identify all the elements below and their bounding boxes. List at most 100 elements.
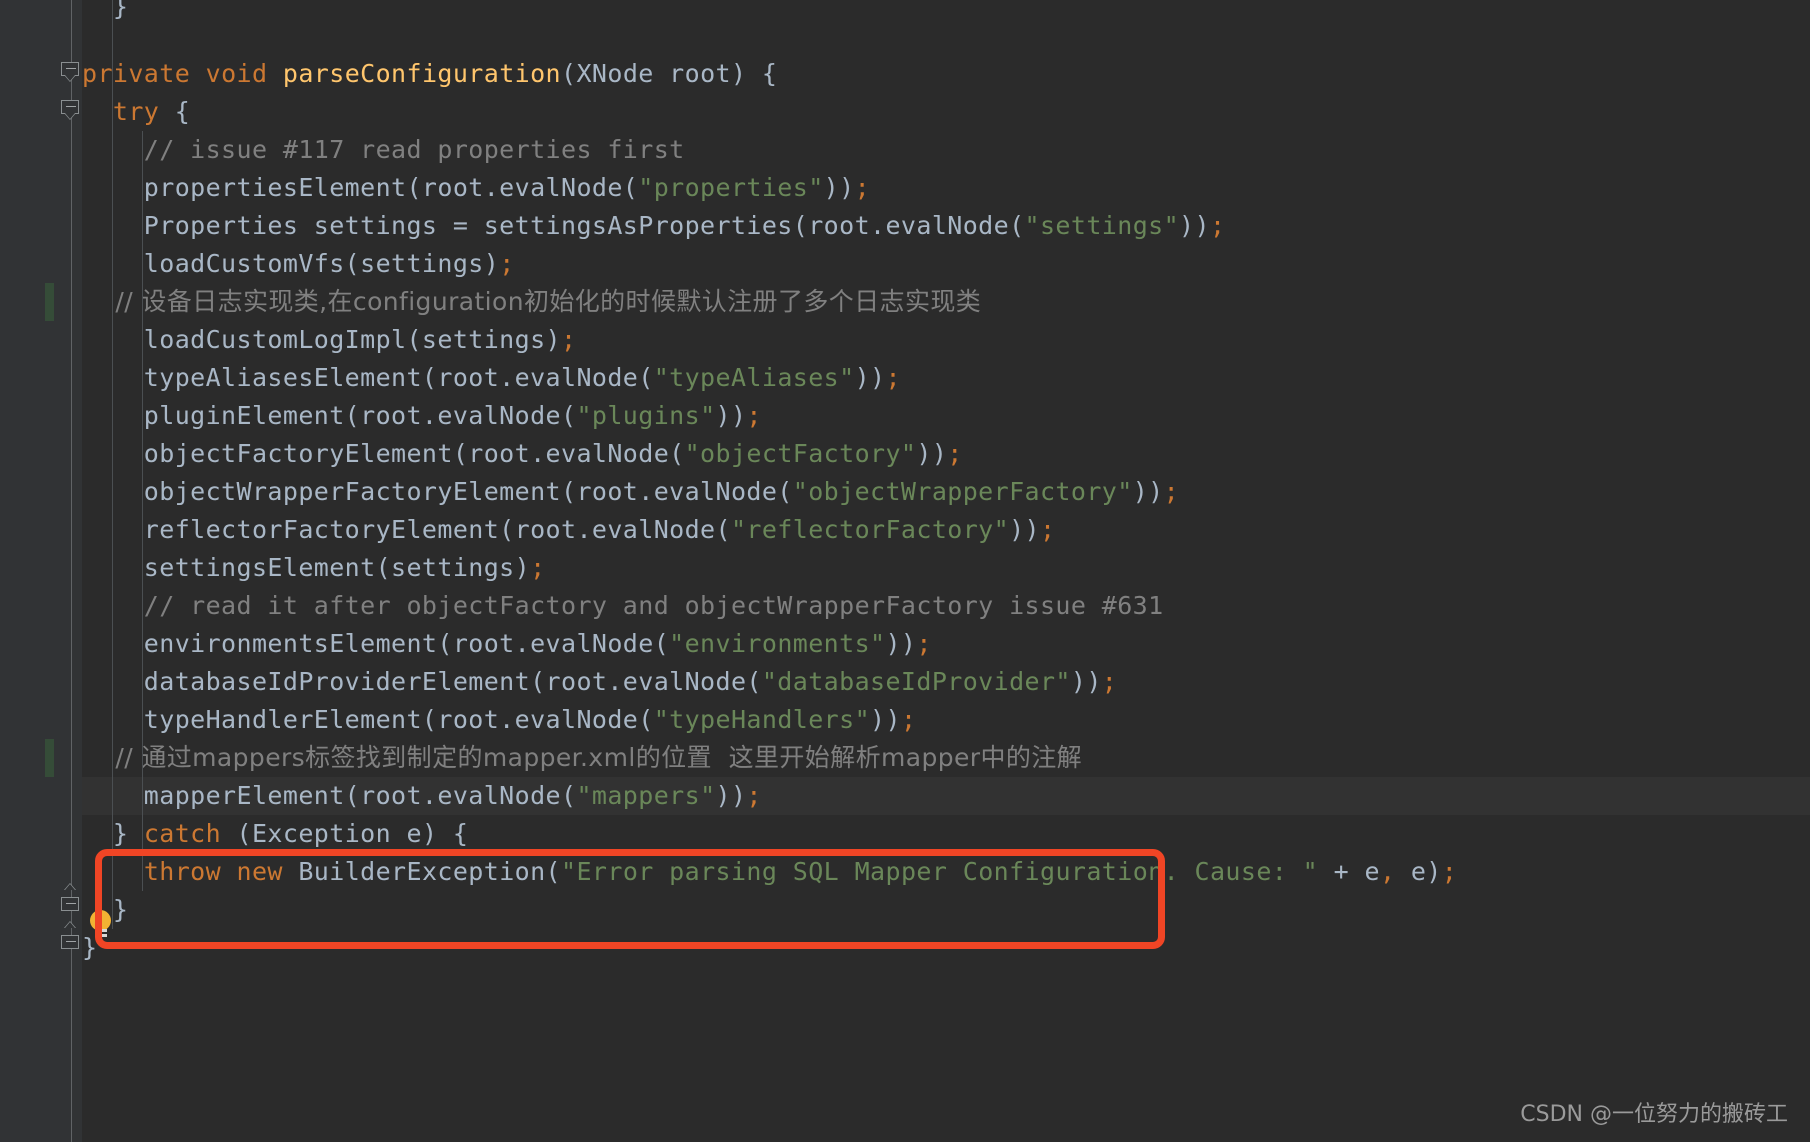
code-token: "mappers" [576,781,716,810]
code-token: Properties settings = settingsAsProperti… [82,211,1025,240]
code-line[interactable]: private void parseConfiguration(XNode ro… [82,55,1810,93]
fold-box [61,935,79,949]
code-token: databaseIdProviderElement(root.evalNode( [82,667,762,696]
code-token: ; [1039,515,1056,544]
code-line[interactable]: typeAliasesElement(root.evalNode("typeAl… [82,359,1810,397]
fold-tip [64,921,76,928]
code-line[interactable]: // issue #117 read properties first [82,131,1810,169]
code-token: )) [715,401,747,430]
code-token: "properties" [638,173,824,202]
code-token: ; [746,401,762,430]
code-token: private [82,59,191,88]
code-token: ; [1441,857,1458,886]
code-token: ; [561,325,577,354]
fold-tip [64,883,76,890]
code-token: parseConfiguration [282,59,562,88]
code-line[interactable]: // 设备日志实现类,在configuration初始化的时候默认注册了多个日志… [82,283,1810,321]
code-line[interactable]: propertiesElement(root.evalNode("propert… [82,169,1810,207]
code-line[interactable]: } [82,891,1810,929]
code-token: void [205,59,268,88]
code-line[interactable]: databaseIdProviderElement(root.evalNode(… [82,663,1810,701]
code-token: "Error parsing SQL Mapper Configuration.… [561,857,1319,886]
code-line[interactable]: reflectorFactoryElement(root.evalNode("r… [82,511,1810,549]
code-token: "typeHandlers" [653,705,871,734]
code-token: ; [854,173,871,202]
code-token: (Exception e) { [221,819,469,848]
editor-gutter[interactable] [0,0,82,1142]
code-editor-screenshot: } private void parseConfiguration(XNode r… [0,0,1810,1142]
indent-guide [112,0,114,929]
code-token: e) [1395,857,1442,886]
watermark-text: CSDN @一位努力的搬砖工 [1520,1102,1788,1127]
code-token: pluginElement(root.evalNode( [82,401,577,430]
code-token: mapperElement(root.evalNode( [82,781,577,810]
code-token: ; [947,439,963,468]
code-token: )) [715,781,747,810]
code-token: settingsElement(settings) [82,553,531,582]
code-line[interactable]: loadCustomVfs(settings); [82,245,1810,283]
code-token: , [1379,857,1396,886]
code-token: } [82,933,98,962]
code-token: propertiesElement(root.evalNode( [82,173,639,202]
code-token: ; [530,553,546,582]
code-line[interactable]: Properties settings = settingsAsProperti… [82,207,1810,245]
code-content-area[interactable]: } private void parseConfiguration(XNode r… [82,0,1810,1142]
code-token: catch [143,819,222,848]
code-token: "plugins" [576,401,716,430]
code-line[interactable]: // 通过mappers标签找到制定的mapper.xml的位置 这里开始解析m… [82,739,1810,777]
code-token: + e [1318,857,1380,886]
code-line[interactable]: } [82,0,1810,26]
code-token: "databaseIdProvider" [761,667,1071,696]
code-line[interactable]: // read it after objectFactory and objec… [82,587,1810,625]
code-token: ; [1209,211,1226,240]
code-token: ; [1163,477,1180,506]
code-line[interactable]: typeHandlerElement(root.evalNode("typeHa… [82,701,1810,739]
code-token: loadCustomLogImpl(settings) [82,325,561,354]
code-token: )) [854,363,886,392]
fold-toggle-icon[interactable] [61,921,81,949]
code-token: "objectWrapperFactory" [792,477,1133,506]
code-token: { [159,97,191,126]
vcs-change-marker[interactable] [45,739,54,777]
code-token: // 通过mappers标签找到制定的mapper.xml的位置 这里开始解析m… [82,743,1083,772]
code-token: )) [1009,515,1040,544]
code-line[interactable]: } [82,929,1810,967]
code-line[interactable]: loadCustomLogImpl(settings); [82,321,1810,359]
code-line[interactable]: try { [82,93,1810,131]
fold-tip [64,113,76,120]
vcs-change-marker[interactable] [45,283,54,321]
code-token: new [236,857,283,886]
code-token: typeHandlerElement(root.evalNode( [82,705,654,734]
code-token: )) [916,439,948,468]
code-line[interactable]: pluginElement(root.evalNode("plugins")); [82,397,1810,435]
code-folding-rail [71,0,72,1142]
code-token: )) [1070,667,1102,696]
code-token: "settings" [1024,211,1180,240]
code-token: // 设备日志实现类,在configuration初始化的时候默认注册了多个日志… [82,287,982,316]
code-line[interactable]: environmentsElement(root.evalNode("envir… [82,625,1810,663]
code-token: "environments" [669,629,886,658]
code-token: )) [870,705,901,734]
code-token: ; [885,363,901,392]
code-token: )) [823,173,855,202]
code-line[interactable]: } catch (Exception e) { [82,815,1810,853]
code-token: BuilderException( [282,857,562,886]
code-line[interactable]: settingsElement(settings); [82,549,1810,587]
code-token: "reflectorFactory" [730,515,1010,544]
code-line[interactable]: objectWrapperFactoryElement(root.evalNod… [82,473,1810,511]
code-line[interactable]: throw new BuilderException("Error parsin… [82,853,1810,891]
fold-toggle-icon[interactable] [61,883,81,911]
fold-box [61,100,79,114]
code-line[interactable]: objectFactoryElement(root.evalNode("obje… [82,435,1810,473]
code-line[interactable]: mapperElement(root.evalNode("mappers")); [82,777,1810,815]
code-token: objectWrapperFactoryElement(root.evalNod… [82,477,793,506]
code-token: typeAliasesElement(root.evalNode( [82,363,654,392]
code-token: "typeAliases" [653,363,855,392]
fold-toggle-icon[interactable] [61,100,81,121]
fold-box [61,897,79,911]
fold-toggle-icon[interactable] [61,62,81,83]
code-token: ; [900,705,917,734]
